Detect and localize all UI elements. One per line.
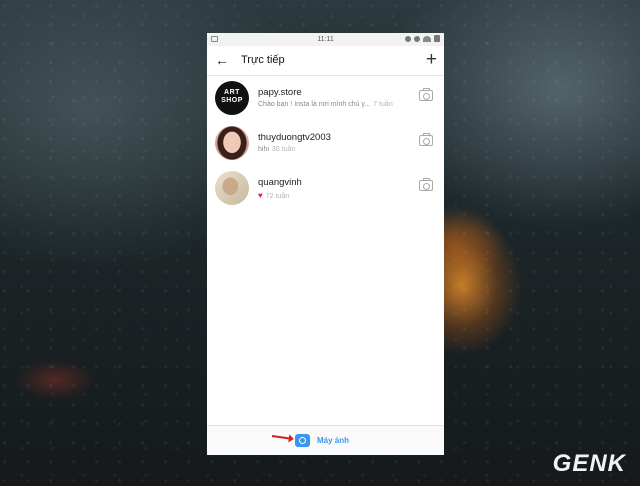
conversation-row-quangvinh[interactable]: quangvinh ♥ 72 tuần	[207, 168, 444, 213]
conversation-time: 30 tuần	[271, 146, 296, 153]
camera-icon[interactable]	[419, 178, 433, 191]
camera-icon[interactable]	[419, 88, 433, 101]
conversation-row-papy-store[interactable]: ART SHOP papy.store Chào bạn ! Insta là …	[207, 78, 444, 123]
status-icons	[405, 35, 440, 42]
conversation-preview: Chào bạn ! Insta là nơi mình chủ y...	[258, 101, 371, 108]
conversation-list: ART SHOP papy.store Chào bạn ! Insta là …	[207, 78, 444, 213]
conversation-preview-line: hihi 30 tuần	[258, 146, 295, 153]
alarm-icon	[405, 35, 411, 42]
heart-icon: ♥	[258, 191, 263, 200]
status-bar: 11:11	[207, 33, 444, 46]
avatar-shop-text: ART SHOP	[221, 89, 243, 104]
page-title: Trực tiếp	[241, 54, 285, 66]
arrow-left-icon[interactable]: ←	[215, 53, 229, 67]
avatar[interactable]: ART SHOP	[215, 81, 249, 115]
conversation-time: 7 tuần	[373, 101, 393, 108]
conversation-username: papy.store	[258, 87, 302, 98]
conversation-preview-line: ♥ 72 tuần	[258, 191, 289, 200]
camera-icon[interactable]	[419, 133, 433, 146]
conversation-preview: hihi	[258, 146, 269, 153]
avatar[interactable]	[215, 126, 249, 160]
avatar[interactable]	[215, 171, 249, 205]
wifi-icon	[423, 35, 431, 42]
conversation-preview-line: Chào bạn ! Insta là nơi mình chủ y... 7 t…	[258, 101, 393, 108]
direct-header: ← Trực tiếp +	[207, 46, 444, 76]
conversation-username: quangvinh	[258, 177, 302, 188]
conversation-row-thuyduongtv2003[interactable]: thuyduongtv2003 hihi 30 tuần	[207, 123, 444, 168]
conversation-time: 72 tuần	[265, 193, 290, 200]
mute-icon	[414, 35, 420, 42]
plus-icon[interactable]: +	[426, 50, 437, 69]
battery-icon	[434, 35, 440, 42]
genk-watermark-logo: GENK	[552, 450, 626, 477]
camera-label[interactable]: Máy ảnh	[317, 436, 349, 445]
phone-screen: 11:11 ← Trực tiếp + ART SHOP papy.store …	[207, 33, 444, 455]
conversation-username: thuyduongtv2003	[258, 132, 331, 143]
camera-bar[interactable]: Máy ảnh	[207, 425, 444, 455]
camera-icon[interactable]	[295, 434, 310, 447]
